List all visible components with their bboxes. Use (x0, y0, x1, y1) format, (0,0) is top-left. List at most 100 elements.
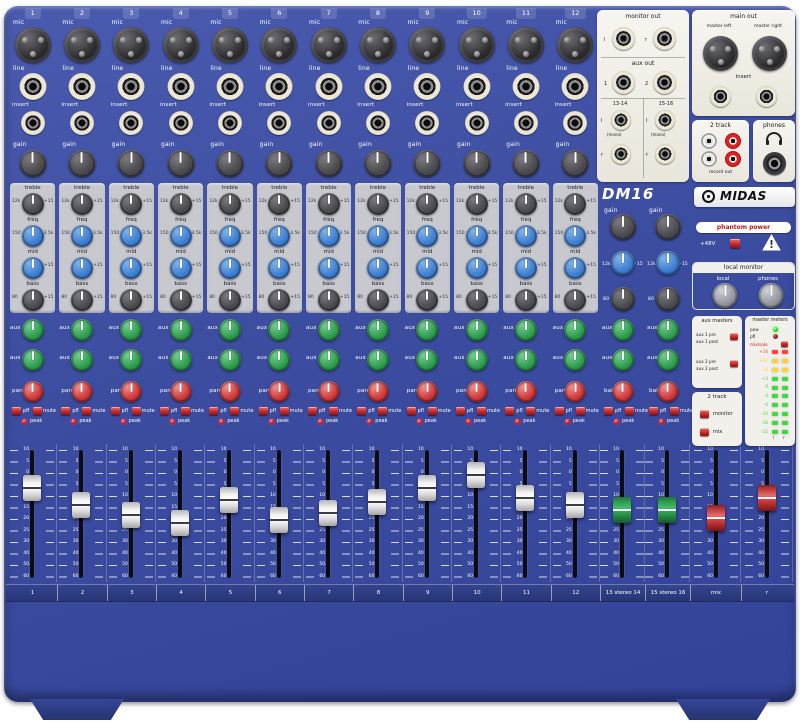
channel-fader[interactable] (121, 502, 140, 528)
bass-knob[interactable] (366, 289, 389, 311)
aux2-knob[interactable] (366, 349, 389, 371)
treble-knob[interactable] (268, 193, 291, 215)
aux1-knob[interactable] (465, 319, 488, 341)
pfl-switch[interactable] (307, 407, 317, 415)
treble-knob[interactable] (317, 193, 340, 215)
mid-knob[interactable] (317, 257, 340, 279)
pan-knob[interactable] (318, 381, 340, 402)
treble-knob[interactable] (416, 193, 439, 215)
aux2-knob[interactable] (218, 349, 241, 371)
mute-switch[interactable] (670, 407, 679, 415)
gain-knob[interactable] (609, 214, 636, 240)
gain-knob[interactable] (413, 150, 441, 177)
aux1-knob[interactable] (656, 319, 679, 341)
mute-switch[interactable] (575, 407, 585, 415)
aux1-knob[interactable] (218, 319, 241, 341)
aux2-knob[interactable] (70, 349, 93, 371)
channel-fader[interactable] (467, 462, 486, 488)
aux2-knob[interactable] (465, 349, 488, 371)
bass-knob[interactable] (317, 289, 340, 311)
pan-knob[interactable] (22, 381, 44, 402)
stereo-fader[interactable] (613, 497, 631, 523)
mix-solo-switch[interactable] (781, 341, 788, 347)
pan-knob[interactable] (416, 381, 438, 402)
pfl-switch[interactable] (406, 407, 416, 415)
pfl-switch[interactable] (649, 407, 658, 415)
mute-switch[interactable] (476, 407, 486, 415)
aux1-knob[interactable] (70, 319, 93, 341)
aux1-knob[interactable] (514, 319, 537, 341)
gain-knob[interactable] (463, 150, 491, 177)
pfl-switch[interactable] (505, 407, 515, 415)
pan-knob[interactable] (466, 381, 488, 402)
pan-knob[interactable] (564, 381, 586, 402)
local-phones-knob[interactable] (758, 283, 784, 308)
gain-knob[interactable] (117, 150, 145, 177)
mid-knob[interactable] (169, 257, 192, 279)
aux2-knob[interactable] (564, 349, 587, 371)
mid-knob[interactable] (366, 257, 389, 279)
freq-knob[interactable] (70, 225, 93, 247)
aux1-knob[interactable] (169, 319, 192, 341)
pfl-switch[interactable] (12, 407, 21, 415)
pfl-switch[interactable] (455, 407, 465, 415)
gain-knob[interactable] (315, 150, 343, 177)
mid-knob[interactable] (70, 257, 93, 279)
bass-knob[interactable] (120, 289, 143, 311)
aux2-knob[interactable] (514, 349, 537, 371)
gain-knob[interactable] (512, 150, 540, 177)
treble-knob[interactable] (465, 193, 488, 215)
gain-knob[interactable] (364, 150, 392, 177)
treble-knob[interactable] (70, 193, 93, 215)
channel-fader[interactable] (23, 475, 42, 501)
gain-knob[interactable] (654, 214, 681, 240)
treble-knob[interactable] (120, 193, 143, 215)
mute-switch[interactable] (82, 407, 92, 415)
aux2-knob[interactable] (656, 349, 679, 371)
treble-knob[interactable] (655, 251, 680, 275)
aux2-knob[interactable] (120, 349, 143, 371)
freq-knob[interactable] (169, 225, 192, 247)
pan-knob[interactable] (71, 381, 93, 402)
mute-switch[interactable] (625, 407, 634, 415)
gain-knob[interactable] (68, 150, 96, 177)
aux1-knob[interactable] (21, 319, 44, 341)
mute-switch[interactable] (131, 407, 141, 415)
freq-knob[interactable] (465, 225, 488, 247)
mid-knob[interactable] (564, 257, 587, 279)
channel-fader[interactable] (171, 510, 190, 536)
bass-knob[interactable] (465, 289, 488, 311)
freq-knob[interactable] (21, 225, 44, 247)
aux1-knob[interactable] (268, 319, 291, 341)
gain-knob[interactable] (167, 150, 195, 177)
freq-knob[interactable] (514, 225, 537, 247)
phantom-power-switch[interactable] (730, 239, 740, 248)
pan-knob[interactable] (367, 381, 389, 402)
freq-knob[interactable] (366, 225, 389, 247)
balance-knob[interactable] (657, 381, 678, 402)
pfl-switch[interactable] (110, 407, 120, 415)
treble-knob[interactable] (169, 193, 192, 215)
mid-knob[interactable] (120, 257, 143, 279)
treble-knob[interactable] (514, 193, 537, 215)
mid-knob[interactable] (218, 257, 241, 279)
mute-switch[interactable] (427, 407, 437, 415)
mid-knob[interactable] (465, 257, 488, 279)
freq-knob[interactable] (416, 225, 439, 247)
gain-knob[interactable] (216, 150, 244, 177)
2-track-mix-switch[interactable] (700, 428, 709, 436)
bass-knob[interactable] (655, 287, 680, 311)
bass-knob[interactable] (70, 289, 93, 311)
balance-knob[interactable] (612, 381, 633, 402)
mix-fader[interactable] (707, 505, 725, 531)
treble-knob[interactable] (21, 193, 44, 215)
aux1-knob[interactable] (120, 319, 143, 341)
mid-knob[interactable] (514, 257, 537, 279)
pan-knob[interactable] (120, 381, 142, 402)
pfl-switch[interactable] (604, 407, 613, 415)
mute-switch[interactable] (33, 407, 42, 415)
pan-knob[interactable] (515, 381, 537, 402)
channel-fader[interactable] (319, 500, 338, 526)
bass-knob[interactable] (169, 289, 192, 311)
mid-knob[interactable] (21, 257, 44, 279)
